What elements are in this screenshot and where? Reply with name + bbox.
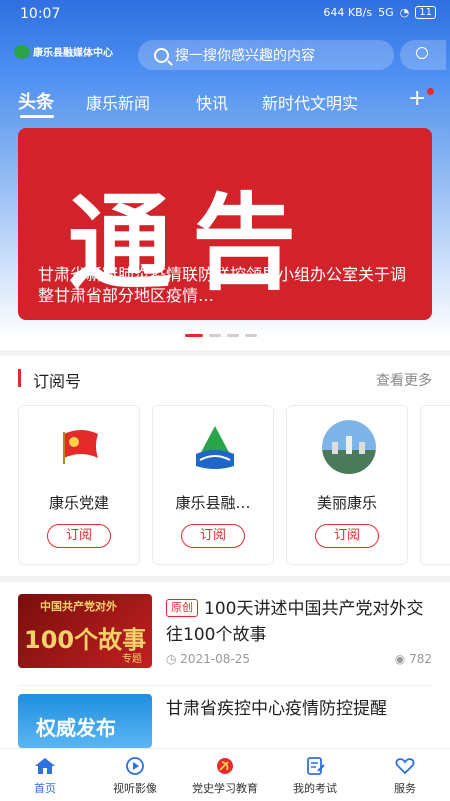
nav-label: 视听影像	[113, 782, 157, 795]
carousel-dot[interactable]	[209, 334, 221, 337]
nav-party-study[interactable]: 党史学习教育	[180, 749, 270, 801]
tab-flash[interactable]: 快讯	[196, 90, 228, 114]
status-time: 10:07	[20, 6, 61, 22]
news-title: 原创 100天讲述中国共产党对外交往100个故事	[166, 596, 432, 648]
logo-text: 康乐县融媒体中心	[33, 48, 113, 59]
banner-slide[interactable]: 通告 甘肃省新冠肺炎疫情联防联控领导小组办公室关于调整甘肃省部分地区疫情…	[18, 128, 432, 320]
original-badge: 原创	[166, 599, 198, 617]
nav-home[interactable]: 首页	[0, 749, 90, 801]
nav-label: 首页	[34, 782, 56, 795]
subscribe-button[interactable]: 订阅	[47, 524, 111, 548]
nav-exam[interactable]: 我的考试	[270, 749, 360, 801]
net-speed: 644 KB/s	[323, 6, 373, 19]
app-logo[interactable]: 康乐县融媒体中心	[14, 44, 113, 59]
search-placeholder: 搜一搜你感兴趣的内容	[175, 48, 315, 64]
subscribe-button[interactable]: 订阅	[181, 524, 245, 548]
party-emblem-icon	[217, 758, 233, 774]
thumb-text: 权威发布	[36, 716, 116, 740]
section-title: 订阅号	[33, 372, 82, 391]
party-flag-icon	[63, 430, 98, 464]
status-bar: 10:07 644 KB/s 5G ◔ 11	[0, 0, 450, 30]
user-icon	[416, 47, 428, 59]
section-divider	[0, 350, 450, 356]
subscription-card[interactable]: 美丽康乐 订阅	[286, 405, 408, 565]
news-views: ◉ 782	[395, 652, 432, 666]
exam-icon	[307, 757, 325, 775]
news-date: ◷ 2021-08-25	[166, 652, 251, 666]
news-thumbnail: 中国共产党对外 100个故事 专题	[18, 594, 152, 668]
carousel-dots	[185, 334, 257, 337]
news-thumbnail: 权威发布	[18, 694, 152, 748]
tab-kangle-news[interactable]: 康乐新闻	[86, 90, 150, 114]
card-name: 康乐县融…	[175, 494, 251, 512]
search-bar[interactable]: 搜一搜你感兴趣的内容	[138, 40, 394, 70]
add-channel-icon[interactable]: +	[408, 86, 426, 111]
carousel-dot[interactable]	[245, 334, 257, 337]
tab-headline[interactable]: 头条	[18, 88, 54, 114]
battery-icon: 11	[415, 6, 436, 19]
section-divider	[0, 576, 450, 582]
news-title-text: 100天讲述中国共产党对外交往100个故事	[166, 599, 424, 645]
home-icon	[35, 758, 55, 774]
tab-civilization[interactable]: 新时代文明实	[262, 90, 384, 114]
news-item[interactable]: 中国共产党对外 100个故事 专题 原创 100天讲述中国共产党对外交往100个故…	[18, 594, 432, 694]
nav-label: 党史学习教育	[192, 782, 258, 795]
nav-label: 服务	[394, 782, 416, 795]
signal-badge: 5G	[378, 6, 394, 19]
app-header: 10:07 644 KB/s 5G ◔ 11 康乐县融媒体中心 搜一搜你感兴趣的…	[0, 0, 450, 118]
bottom-nav: 首页 视听影像 党史学习教育 我的考试 服务	[0, 748, 450, 801]
card-name: 康乐党建	[48, 494, 109, 512]
date-text: 2021-08-25	[180, 652, 251, 666]
logo-icon	[14, 44, 30, 59]
subscription-card-partial[interactable]	[420, 405, 450, 565]
eye-icon: ◉	[394, 652, 406, 666]
heart-icon	[395, 758, 415, 775]
news-title: 甘肃省疾控中心疫情防控提醒	[166, 699, 387, 719]
play-icon	[126, 757, 144, 775]
banner-caption: 甘肃省新冠肺炎疫情联防联控领导小组办公室关于调整甘肃省部分地区疫情…	[38, 265, 407, 305]
nav-video[interactable]: 视听影像	[90, 749, 180, 801]
notification-dot	[427, 88, 434, 95]
subscription-card[interactable]: 康乐县融… 订阅	[152, 405, 274, 565]
status-icons: 644 KB/s 5G ◔ 11	[323, 6, 436, 19]
view-more-link[interactable]: 查看更多	[376, 370, 432, 390]
user-button[interactable]	[400, 40, 446, 70]
channel-tabs: 头条 康乐新闻 快讯 新时代文明实 +	[0, 84, 450, 118]
subscribe-button[interactable]: 订阅	[315, 524, 379, 548]
search-icon	[154, 47, 169, 63]
county-media-logo-icon	[196, 426, 234, 469]
list-separator	[18, 685, 432, 686]
nav-label: 我的考试	[293, 782, 337, 795]
section-marker	[18, 369, 21, 387]
subscription-card[interactable]: 康乐党建 订阅	[18, 405, 140, 565]
wifi-icon: ◔	[399, 6, 410, 19]
thumb-text: 中国共产党对外	[40, 600, 117, 613]
carousel-dot[interactable]	[185, 334, 203, 337]
carousel-dot[interactable]	[227, 334, 239, 337]
nav-service[interactable]: 服务	[360, 749, 450, 801]
thumb-text: 专题	[122, 654, 142, 665]
card-name: 美丽康乐	[316, 494, 377, 512]
views-count: 782	[409, 652, 432, 666]
scenic-city-icon	[322, 420, 376, 474]
